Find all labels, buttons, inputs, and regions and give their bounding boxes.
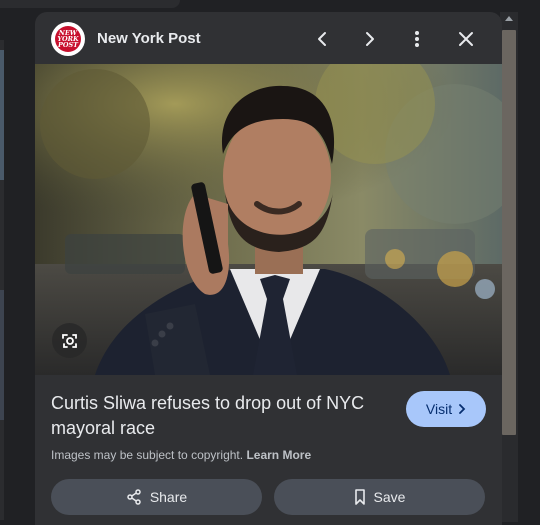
news-photo	[35, 64, 502, 375]
source-name[interactable]: New York Post	[97, 30, 201, 47]
visit-button[interactable]: Visit	[406, 391, 486, 427]
bookmark-icon	[354, 489, 365, 505]
article-title[interactable]: Curtis Sliwa refuses to drop out of NYC …	[51, 391, 391, 441]
image-preview-panel: NEW YORK POST New York Post Curtis Sliwa…	[35, 12, 502, 525]
google-lens-icon	[61, 333, 77, 348]
more-options-button[interactable]	[404, 26, 430, 52]
copyright-notice: Images may be subject to copyright. Lear…	[51, 448, 311, 462]
learn-more-link[interactable]: Learn More	[246, 448, 311, 462]
chevron-right-icon	[459, 404, 466, 414]
visit-label: Visit	[425, 401, 453, 417]
more-vert-icon	[415, 31, 419, 47]
chevron-right-icon	[366, 32, 374, 46]
next-button[interactable]	[357, 26, 383, 52]
save-label: Save	[373, 489, 406, 505]
background-results-strip	[0, 40, 4, 520]
scrollbar[interactable]	[500, 12, 518, 522]
share-button[interactable]: Share	[51, 479, 262, 515]
scroll-up-icon[interactable]	[505, 16, 513, 21]
share-label: Share	[149, 489, 188, 505]
background-thumbnail[interactable]	[0, 290, 4, 420]
share-icon	[127, 489, 141, 505]
preview-image[interactable]	[35, 64, 502, 375]
source-logo: NEW YORK POST	[51, 22, 85, 56]
previous-button[interactable]	[309, 26, 335, 52]
close-button[interactable]	[453, 26, 479, 52]
close-icon	[459, 32, 473, 46]
copyright-text: Images may be subject to copyright.	[51, 448, 244, 462]
visual-search-button[interactable]	[52, 323, 87, 358]
scroll-thumb[interactable]	[502, 30, 516, 435]
save-button[interactable]: Save	[274, 479, 485, 515]
background-thumbnail[interactable]	[0, 50, 4, 180]
panel-header: NEW YORK POST New York Post	[35, 12, 502, 64]
chevron-left-icon	[318, 32, 326, 46]
background-tab-edge	[0, 0, 180, 8]
